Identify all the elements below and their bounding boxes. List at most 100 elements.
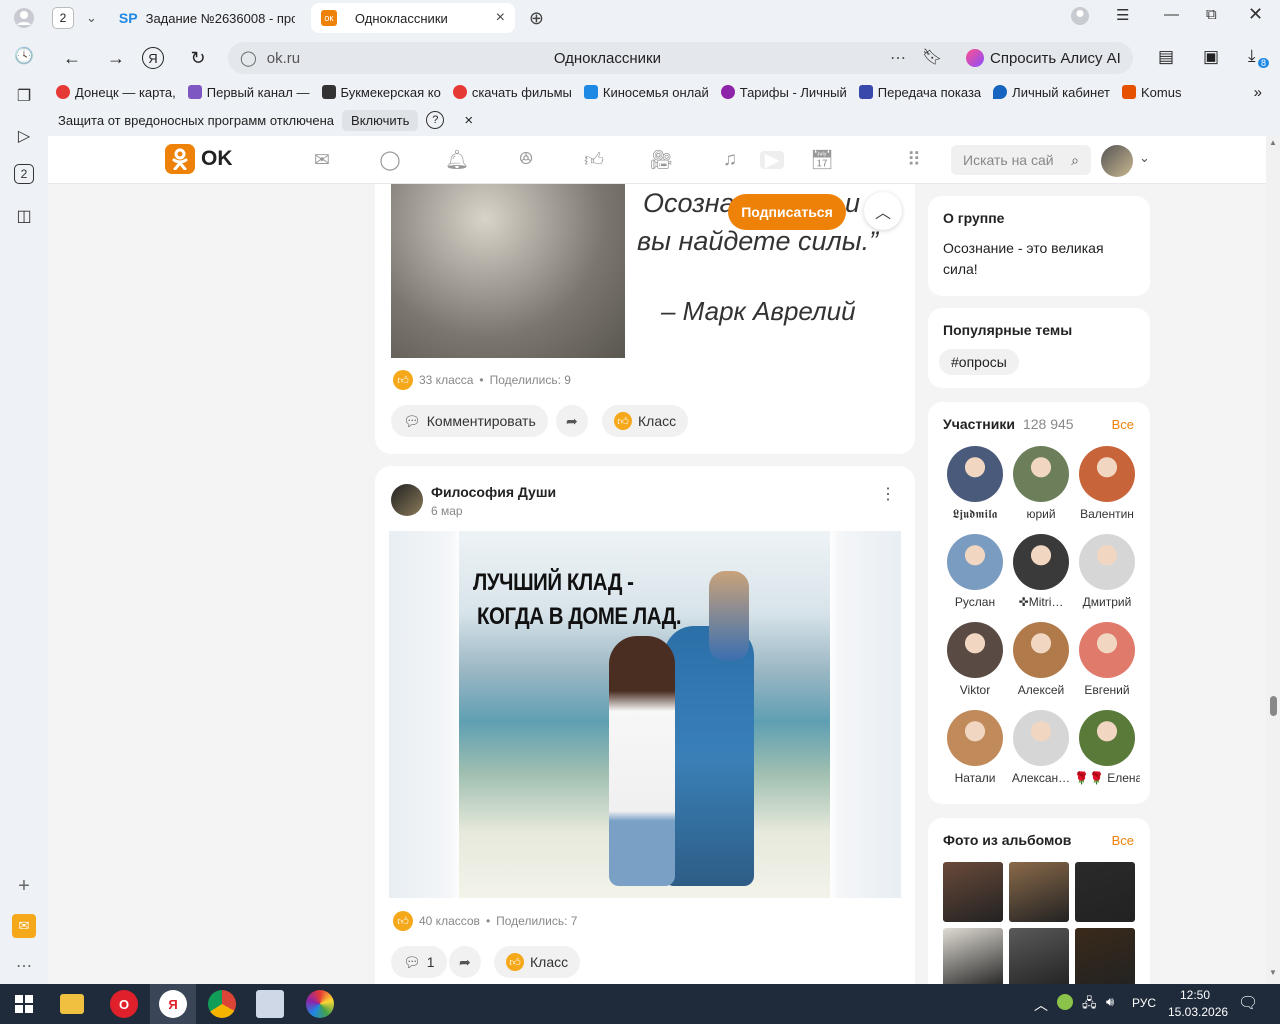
album-photo-thumb[interactable] [943,928,1003,984]
enable-protection-button[interactable]: Включить [342,109,419,131]
forward-button[interactable]: → [100,42,132,74]
colorful-app-icon[interactable] [306,990,334,1018]
ok-search-input[interactable]: Искать на сай ⌕ [951,145,1091,175]
back-button[interactable]: ← [56,42,88,74]
account-icon[interactable] [1070,6,1090,30]
album-photo-thumb[interactable] [1075,862,1135,922]
page-scrollbar[interactable]: ▲ ▼ [1266,136,1280,984]
help-icon[interactable]: ? [426,111,445,129]
extension-icon[interactable]: ▣ [1203,47,1219,67]
yandex-icon[interactable]: Я [142,47,164,69]
likes-count[interactable]: 40 классов [419,914,480,928]
photos-all-link[interactable]: Все [1112,833,1134,848]
share-button[interactable]: ➦ [449,946,481,978]
member-item[interactable]: Евгений [1074,622,1140,697]
ask-alisa-button[interactable]: Спросить Алису AI [954,42,1133,74]
calendar-icon[interactable]: 📅︎ [810,148,834,172]
video-icon[interactable]: ▷ [12,124,36,148]
chrome-icon[interactable] [208,990,236,1018]
tabs-counter-icon[interactable]: 2 [14,164,34,184]
klass-button[interactable]: 👍︎ Класс [494,946,581,978]
members-all-link[interactable]: Все [1112,417,1134,432]
close-tab-icon[interactable]: × [496,9,505,27]
klass-button[interactable]: 👍︎ Класс [602,405,689,437]
tray-app-icon[interactable] [1057,994,1073,1010]
yandex-browser-icon[interactable]: Я [159,990,187,1018]
restore-icon[interactable]: ⧉ [1206,6,1217,23]
member-item[interactable]: Алексей [1008,622,1074,697]
scroll-up-arrow-icon[interactable]: ▲ [1269,138,1277,147]
add-panel-icon[interactable]: + [12,874,36,898]
language-indicator[interactable]: РУС [1132,996,1156,1010]
video-camera-icon[interactable]: 🎥︎ [649,148,673,172]
play-video-icon[interactable]: ▶ [760,150,784,171]
album-photo-thumb[interactable] [1075,928,1135,984]
chevron-down-icon[interactable]: ⌄ [86,10,97,26]
messages-icon[interactable]: ✉ [310,148,334,172]
bookmark-item[interactable]: Киносемья онлай [583,85,709,100]
subscribe-button[interactable]: Подписаться [728,194,846,230]
chevron-down-icon[interactable]: ⌄ [1139,150,1150,166]
notifications-icon[interactable]: 🔔︎ [445,148,469,172]
tab-counter[interactable]: 2 ⌄ [48,3,101,33]
close-window-icon[interactable]: ✕ [1248,4,1263,25]
close-infobar-icon[interactable]: × [464,112,473,129]
bookmark-item[interactable]: Komus [1121,85,1181,100]
new-tab-button[interactable]: ⊕ [519,3,554,33]
music-icon[interactable]: ♫ [718,148,742,172]
comment-button[interactable]: 💬︎ Комментировать [391,405,548,437]
group-avatar[interactable] [391,484,423,516]
notifications-center-icon[interactable]: 🗨︎ [1238,993,1258,1013]
post-author[interactable]: Философия Души [431,484,556,500]
album-photo-thumb[interactable] [1009,928,1069,984]
history-icon[interactable]: 🕓 [12,44,36,68]
more-icon[interactable]: ⋯ [12,954,36,978]
member-item[interactable]: ✜Mitri… [1008,534,1074,609]
bookmark-item[interactable]: Букмекерская ко [321,85,441,100]
downloads-icon[interactable]: ⤓ 8 [1248,46,1270,68]
scroll-up-button[interactable]: ︿ [864,192,902,230]
member-item[interactable]: юрий [1008,446,1074,521]
bookmark-item[interactable]: Тарифы - Личный [720,85,847,100]
address-bar[interactable]: ◯ ok.ru Одноклассники [228,42,990,74]
scrollbar-thumb[interactable] [1270,696,1277,716]
discussions-icon[interactable]: ◯ [378,148,402,172]
screenshot-icon[interactable]: ◫ [12,204,36,228]
profile-icon[interactable] [12,6,36,30]
minimize-icon[interactable]: — [1164,6,1179,23]
opera-icon[interactable]: O [110,990,138,1018]
shares-count[interactable]: Поделились: 9 [490,373,571,387]
bookmark-item[interactable]: Донецк — карта, [56,85,176,100]
tray-chevron-up-icon[interactable]: ︿ [1034,995,1048,1015]
comment-button[interactable]: 💬︎ 1 [391,946,447,978]
tab-odnoklassniki[interactable]: ок Одноклассники × [310,3,515,33]
bookmarks-overflow-icon[interactable]: » [1254,84,1262,101]
member-item[interactable]: Viktor [942,622,1008,697]
bookmark-item[interactable]: Передача показа [858,85,981,100]
post-menu-icon[interactable]: ⋮ [880,484,896,504]
tab-task[interactable]: SP Задание №2636008 - про [109,3,305,33]
menu-icon[interactable]: ☰ [1116,6,1129,24]
album-photo-thumb[interactable] [1009,862,1069,922]
member-item[interactable]: Дмитрий [1074,534,1140,609]
share-button[interactable]: ➦ [556,405,588,437]
bookmark-item[interactable]: Личный кабинет [993,85,1110,100]
scroll-down-arrow-icon[interactable]: ▼ [1269,968,1277,977]
network-icon[interactable]: 🖧︎ [1082,994,1097,1016]
mail-icon[interactable]: ✉ [12,914,36,938]
windows-start-icon[interactable] [10,990,38,1018]
app-icon[interactable] [256,990,284,1018]
bookmark-item[interactable]: Первый канал — [187,85,310,100]
collections-icon[interactable]: ❐ [12,84,36,108]
volume-icon[interactable]: 🔊︎ [1106,994,1114,1010]
member-item[interactable]: Валентин [1074,446,1140,521]
topic-tag[interactable]: #опросы [939,349,1019,375]
member-item[interactable]: 𝕷𝖏𝖚𝖉𝖒𝖎𝖑𝖆 [942,446,1008,522]
guests-icon[interactable]: ꔮ [514,148,538,172]
clock[interactable]: 12:50 15.03.2026 [1168,988,1228,1019]
apps-grid-icon[interactable]: ⠿ [902,148,926,172]
album-photo-thumb[interactable] [943,862,1003,922]
reader-icon[interactable]: ▤ [1158,47,1174,67]
events-like-icon[interactable]: 👍︎ [582,148,606,172]
bookmark-icon[interactable]: 🔖︎ [922,47,942,67]
